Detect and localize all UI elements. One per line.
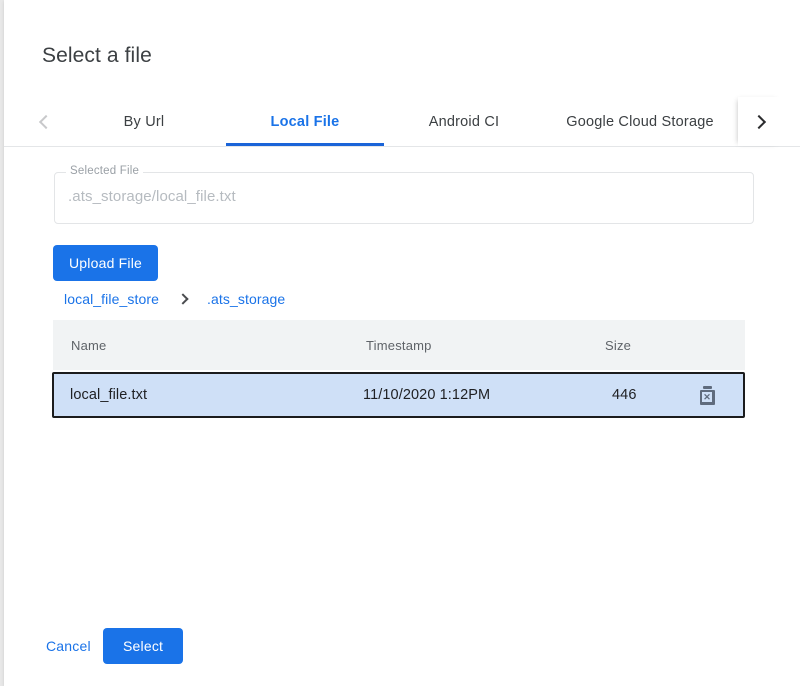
cell-timestamp: 11/10/2020 1:12PM [363, 374, 490, 416]
tab-by-url[interactable]: By Url [82, 97, 206, 146]
tab-bar: By Url Local File Android CI Google Cloud S… [4, 97, 800, 147]
delete-row-button[interactable]: ✕ [686, 374, 728, 416]
table-row[interactable]: local_file.txt 11/10/2020 1:12PM 446 ✕ [52, 372, 745, 418]
column-header-name[interactable]: Name [71, 320, 106, 370]
trash-x-glyph: ✕ [702, 392, 712, 402]
breadcrumb-item[interactable]: .ats_storage [207, 291, 285, 307]
tab-label: Local File [271, 114, 340, 130]
breadcrumb-item[interactable]: local_file_store [64, 291, 159, 307]
chevron-right-icon [177, 293, 188, 304]
page-title: Select a file [42, 44, 152, 68]
breadcrumb-separator [179, 295, 187, 303]
breadcrumb: local_file_store .ats_storage [64, 289, 285, 309]
tab-label: Android CI [429, 114, 500, 130]
chevron-right-icon [751, 114, 765, 128]
select-button[interactable]: Select [103, 628, 183, 664]
tab-scroll-next-button[interactable] [738, 97, 782, 146]
trash-lid-shape [703, 386, 712, 389]
trash-icon: ✕ [700, 386, 715, 405]
tab-track: By Url Local File Android CI Google Cloud S… [66, 97, 738, 146]
column-header-size[interactable]: Size [605, 320, 631, 370]
active-tab-underline [226, 143, 384, 146]
table-header-row: Name Timestamp Size [53, 320, 745, 370]
upload-file-button[interactable]: Upload File [53, 245, 158, 281]
tab-android-ci[interactable]: Android CI [404, 97, 524, 146]
cancel-button[interactable]: Cancel [38, 628, 99, 664]
tab-scroll-prev-button[interactable] [22, 97, 66, 146]
select-file-dialog: Select a file By Url Local File Android CI… [4, 0, 800, 686]
selected-file-input[interactable]: .ats_storage/local_file.txt [68, 188, 236, 205]
tab-label: Google Cloud Storage [566, 114, 714, 130]
tab-google-cloud-storage[interactable]: Google Cloud Storage [542, 97, 738, 146]
selected-file-label: Selected File [66, 165, 143, 177]
tab-local-file[interactable]: Local File [226, 97, 384, 146]
tab-label: By Url [124, 114, 165, 130]
cell-size: 446 [612, 374, 637, 416]
chevron-left-icon [38, 114, 52, 128]
cell-name: local_file.txt [70, 374, 147, 416]
column-header-timestamp[interactable]: Timestamp [366, 320, 432, 370]
selected-file-field[interactable]: Selected File .ats_storage/local_file.tx… [54, 172, 754, 224]
file-table: Name Timestamp Size local_file.txt 11/10… [52, 320, 745, 418]
